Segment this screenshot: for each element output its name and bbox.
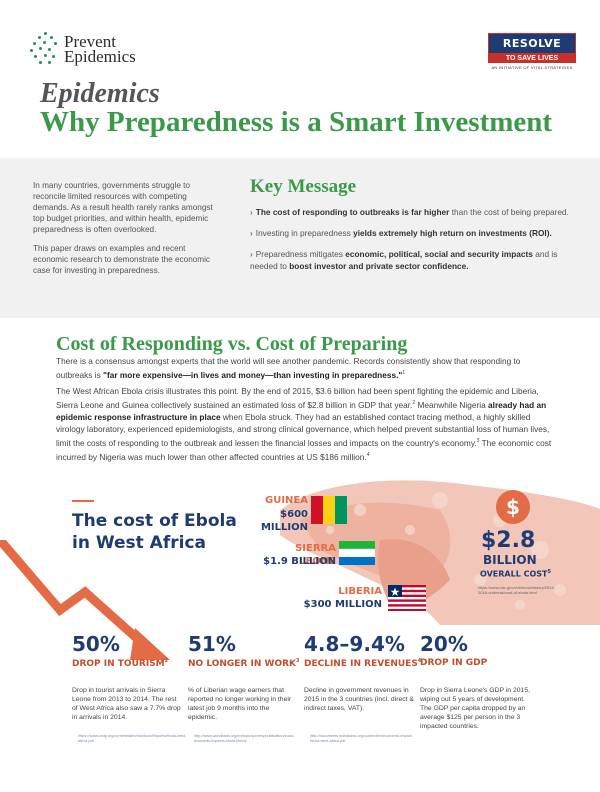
stat-work-desc: % of Liberian wage earners that reported… xyxy=(188,687,292,721)
guinea-label: GUINEA xyxy=(265,495,308,506)
intro-paragraph-2: This paper draws on examples and recent … xyxy=(33,244,211,275)
dollar-icon: $ xyxy=(496,490,530,524)
liberia-label: LIBERIA xyxy=(338,586,382,597)
stat-gdp-desc: Drop in Sierra Leone's GDP in 2015, wipi… xyxy=(420,687,530,730)
stat-tourism-source: https://www.undp.org/content/dam/rba/doc… xyxy=(78,734,187,743)
stat-revenues: 4.8–9.4% DECLINE IN REVENUES4 xyxy=(304,632,422,669)
resolve-name: RESOLVE xyxy=(488,33,576,54)
key-message-item: › The cost of responding to outbreaks is … xyxy=(250,207,569,217)
stat-revenues-source: http://documents.worldbank.org/curated/e… xyxy=(310,734,413,743)
key-message-title: Key Message xyxy=(250,176,357,197)
chevron-right-icon: › xyxy=(250,228,253,238)
stat-tourism-desc: Drop in tourist arrivals in Sierra Leone… xyxy=(72,687,181,721)
section-heading: Cost of Responding vs. Cost of Preparing xyxy=(56,333,408,355)
prevent-epidemics-logo: Prevent Epidemics xyxy=(30,32,136,66)
resolve-logo: RESOLVE TO SAVE LIVES AN INITIATIVE OF V… xyxy=(488,33,576,70)
total-cost-unit: BILLION xyxy=(483,553,537,567)
guinea-value: $600 MILLION xyxy=(260,509,308,533)
key-message-item: › Investing in preparedness yields extrem… xyxy=(250,228,552,238)
liberia-flag-icon xyxy=(388,585,426,611)
key-message-item: › Preparedness mitigates economic, politi… xyxy=(250,249,558,271)
resolve-subtext: AN INITIATIVE OF VITAL STRATEGIES xyxy=(491,65,573,70)
stat-tourism: 50% DROP IN TOURISM2 xyxy=(72,632,169,669)
intro-text: In many countries, governments struggle … xyxy=(33,180,213,284)
key-message: Key Message › The cost of responding to o… xyxy=(250,176,570,281)
chevron-right-icon: › xyxy=(250,207,253,217)
brand-line-2: Epidemics xyxy=(64,47,136,66)
page-title-line-2: Why Preparedness is a Smart Investment xyxy=(40,106,553,138)
stat-revenues-desc: Decline in government revenues in 2015 i… xyxy=(304,687,414,712)
cost-paragraph-2: The West African Ebola crisis illustrate… xyxy=(56,386,552,462)
stat-work-source: http://www.worldbank.org/en/topic/povert… xyxy=(194,734,295,743)
total-cost-label: OVERALL COST5 xyxy=(480,569,551,579)
resolve-tagline: TO SAVE LIVES xyxy=(488,54,576,63)
stat-gdp: 20% DROP IN GDP xyxy=(420,632,488,668)
stat-work: 51% NO LONGER IN WORK3 xyxy=(188,632,300,669)
intro-paragraph-1: In many countries, governments struggle … xyxy=(33,181,213,234)
guinea-flag-icon xyxy=(311,496,347,524)
cost-paragraph-1: There is a consensus amongst experts tha… xyxy=(56,356,521,380)
total-cost-value: $2.8 xyxy=(481,528,536,553)
liberia-value: $300 MILLION xyxy=(303,599,382,610)
accent-rule xyxy=(72,500,94,502)
sierra-leone-value: $1.9 BILLION xyxy=(263,556,336,567)
chevron-right-icon: › xyxy=(250,249,253,259)
dots-icon xyxy=(30,32,58,66)
total-cost-source: https://www.cdc.gov/vhf/ebola/history/20… xyxy=(478,585,555,595)
sierra-leone-flag-icon xyxy=(339,541,375,565)
